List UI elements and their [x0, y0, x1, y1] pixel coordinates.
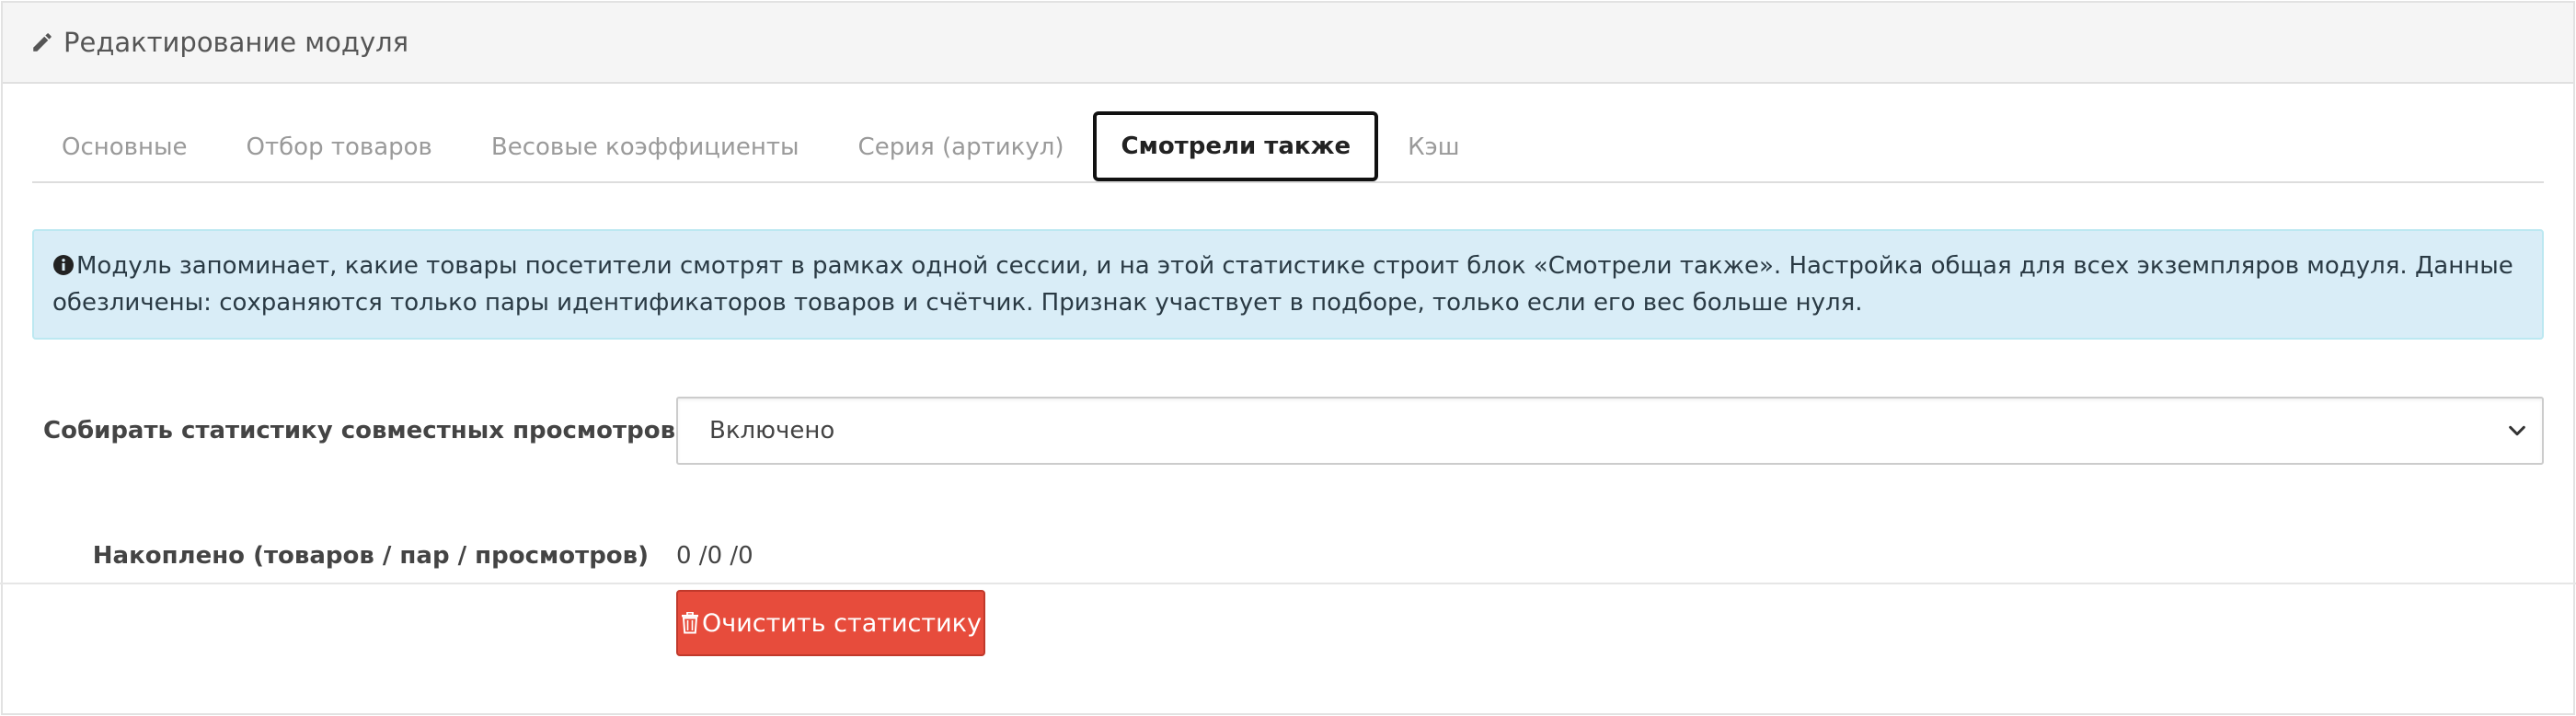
panel-heading: Редактирование модуля: [3, 3, 2573, 84]
collect-stats-label: Собирать статистику совместных просмотро…: [43, 417, 676, 445]
tab-cache[interactable]: Кэш: [1378, 113, 1489, 181]
page-title: Редактирование модуля: [63, 27, 409, 58]
pencil-icon: [30, 30, 54, 54]
clear-stats-button-label: Очистить статистику: [702, 608, 982, 638]
section-divider: [0, 583, 2576, 584]
accumulated-row: Накоплено (товаров / пар / просмотров) 0…: [32, 542, 2544, 570]
tab-product-selection[interactable]: Отбор товаров: [217, 113, 462, 181]
clear-stats-button[interactable]: Очистить статистику: [676, 590, 985, 656]
collect-stats-row: Собирать статистику совместных просмотро…: [32, 397, 2544, 465]
collect-stats-select[interactable]: Включено: [676, 397, 2544, 465]
panel-body: Основные Отбор товаров Весовые коэффицие…: [0, 111, 2576, 656]
trash-icon: [680, 612, 700, 634]
info-alert-text: Модуль запоминает, какие товары посетите…: [52, 252, 2513, 317]
module-edit-panel: Редактирование модуля Основные Отбор тов…: [0, 1, 2576, 715]
accumulated-value: 0 /0 /0: [676, 542, 753, 570]
tab-main[interactable]: Основные: [32, 113, 217, 181]
tab-also-viewed[interactable]: Смотрели также: [1093, 111, 1379, 181]
accumulated-label: Накоплено (товаров / пар / просмотров): [92, 542, 649, 570]
chevron-down-icon: [2507, 421, 2527, 441]
tab-series-sku[interactable]: Серия (артикул): [829, 113, 1094, 181]
tab-weight-coefficients[interactable]: Весовые коэффициенты: [462, 113, 829, 181]
info-circle-icon: [52, 250, 75, 275]
tab-bar: Основные Отбор товаров Весовые коэффицие…: [32, 111, 2544, 183]
collect-stats-selected-value: Включено: [709, 417, 835, 445]
info-alert: Модуль запоминает, какие товары посетите…: [32, 229, 2544, 340]
